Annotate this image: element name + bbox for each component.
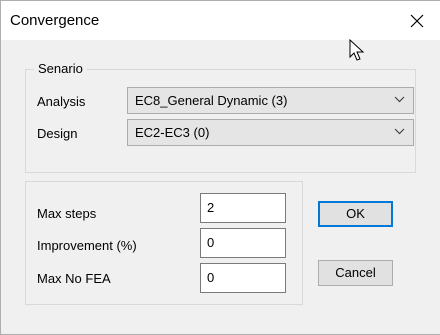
mouse-pointer-icon	[349, 39, 365, 61]
max-steps-value: 2	[207, 200, 215, 215]
title-bar: Convergence	[1, 1, 440, 40]
analysis-select[interactable]: EC8_General Dynamic (3)	[127, 87, 414, 114]
max-steps-label: Max steps	[37, 206, 97, 221]
analysis-label: Analysis	[37, 94, 86, 109]
max-steps-input[interactable]: 2	[200, 193, 286, 223]
close-button[interactable]	[394, 1, 440, 40]
improvement-label: Improvement (%)	[37, 238, 137, 253]
max-fea-input[interactable]: 0	[200, 263, 286, 293]
dialog-title: Convergence	[10, 12, 100, 29]
design-select[interactable]: EC2-EC3 (0)	[127, 119, 414, 146]
improvement-input[interactable]: 0	[200, 228, 286, 258]
scenario-legend: Senario	[34, 61, 87, 76]
design-value: EC2-EC3 (0)	[135, 125, 210, 140]
max-fea-label: Max No FEA	[37, 271, 111, 286]
cancel-button[interactable]: Cancel	[318, 260, 393, 286]
convergence-dialog: Convergence Senario Analysis EC8_General…	[0, 0, 440, 335]
close-icon	[410, 14, 424, 27]
chevron-down-icon	[394, 128, 405, 135]
analysis-value: EC8_General Dynamic (3)	[135, 93, 288, 108]
max-fea-value: 0	[207, 270, 215, 285]
chevron-down-icon	[394, 96, 405, 103]
design-label: Design	[37, 126, 78, 141]
improvement-value: 0	[207, 235, 215, 250]
ok-button[interactable]: OK	[318, 201, 393, 227]
